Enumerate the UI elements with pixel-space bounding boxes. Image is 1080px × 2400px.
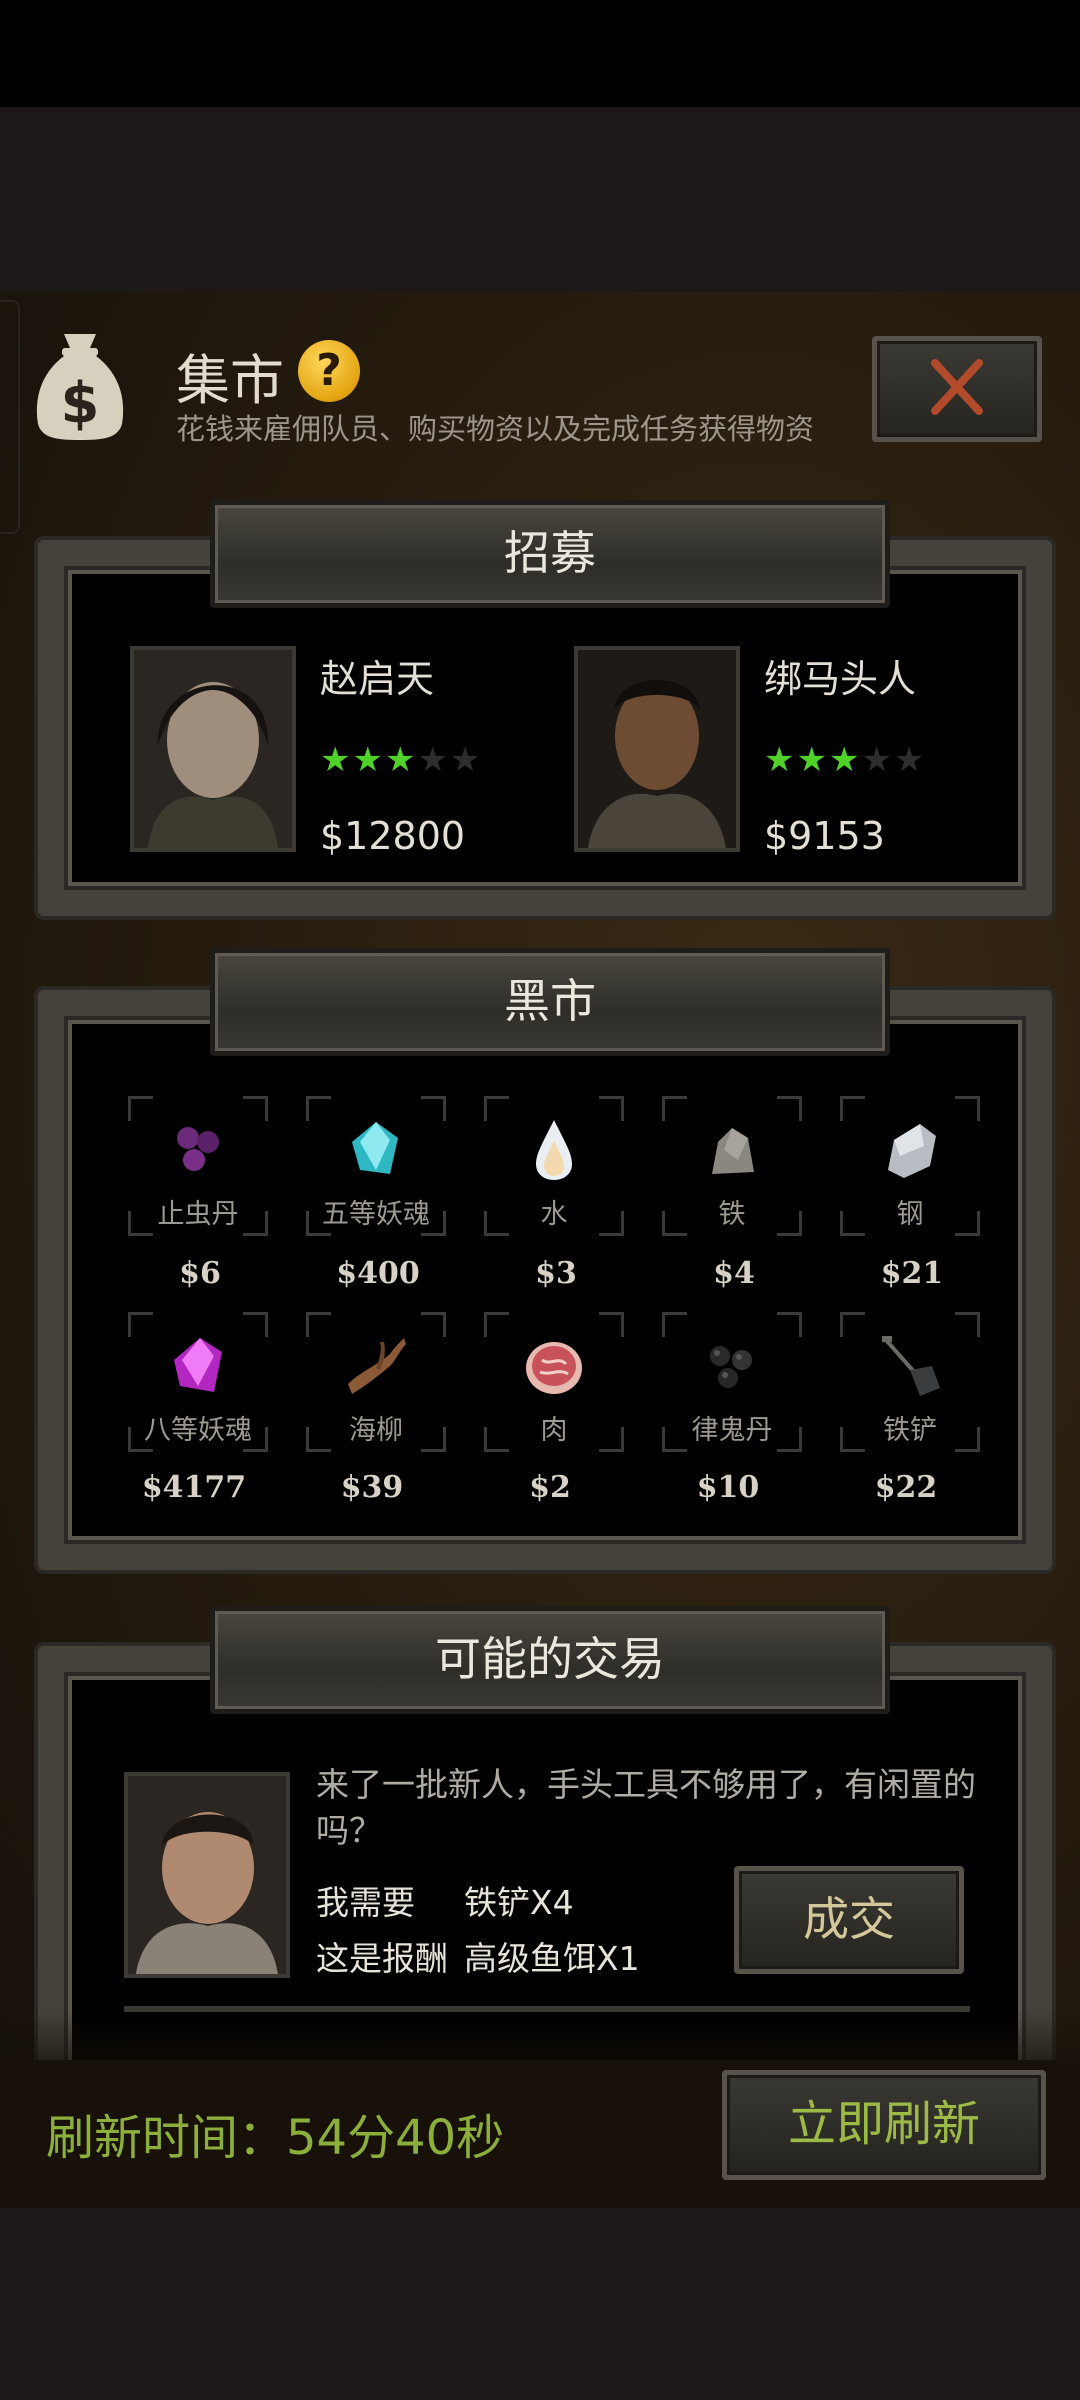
iron-ore-icon (712, 1128, 754, 1174)
item-price: $4 (713, 1256, 755, 1291)
item-price: $22 (874, 1470, 938, 1505)
close-x-icon (931, 359, 983, 415)
candidate-price: $12800 (320, 814, 466, 858)
item-name: 八等妖魂 (144, 1415, 252, 1446)
market-item[interactable]: 肉 (484, 1312, 624, 1452)
refresh-timer: 刷新时间：54分40秒 (46, 2110, 505, 2166)
close-button[interactable] (872, 336, 1042, 442)
refresh-now-button[interactable]: 立即刷新 (722, 2070, 1046, 2180)
item-name: 肉 (540, 1415, 568, 1446)
market-item[interactable]: 海柳 (306, 1312, 446, 1452)
candidate-price: $9153 (764, 814, 885, 858)
candidate-portrait (130, 646, 296, 852)
item-price: $39 (340, 1470, 404, 1505)
recruit-candidate-card[interactable] (130, 646, 296, 852)
item-name: 止虫丹 (157, 1199, 239, 1230)
question-mark-icon[interactable]: ? (298, 340, 360, 402)
reward-value: 高级鱼饵X1 (464, 1939, 640, 1978)
money-bag-icon: $ (36, 334, 124, 440)
market-item[interactable]: 铁铲 (840, 1312, 980, 1452)
item-name: 海柳 (349, 1415, 403, 1446)
driftwood-icon (348, 1338, 406, 1394)
reward-label: 这是报酬 (316, 1939, 448, 1978)
item-name: 五等妖魂 (322, 1199, 430, 1230)
item-name: 律鬼丹 (691, 1415, 773, 1446)
svg-text:$: $ (61, 371, 100, 436)
candidate-name: 绑马头人 (764, 657, 917, 701)
item-name: 铁 (718, 1199, 746, 1230)
trade-title: 可能的交易 (210, 1606, 890, 1714)
cyan-crystal-icon (352, 1122, 398, 1174)
black-pills-icon (710, 1346, 752, 1388)
item-name: 水 (540, 1199, 568, 1230)
market-item[interactable]: 八等妖魂 (128, 1312, 268, 1452)
item-price: $10 (696, 1470, 760, 1505)
black-market-title: 黑市 (210, 948, 890, 1056)
market-item[interactable]: 钢 (840, 1096, 980, 1236)
item-name: 钢 (896, 1199, 924, 1230)
item-price: $2 (529, 1470, 571, 1505)
trader-portrait (124, 1772, 290, 1978)
market-item[interactable]: 律鬼丹 (662, 1312, 802, 1452)
deal-button[interactable]: 成交 (734, 1866, 964, 1974)
market-item[interactable]: 水 (484, 1096, 624, 1236)
page-title: 集市 (176, 349, 284, 412)
navigation-bar (0, 2208, 1080, 2400)
purple-pills-icon (177, 1127, 219, 1171)
pink-crystal-icon (174, 1338, 222, 1392)
market-item[interactable]: 五等妖魂 (306, 1096, 446, 1236)
item-price: $6 (179, 1256, 221, 1291)
need-label: 我需要 (316, 1883, 415, 1922)
recruit-title: 招募 (210, 500, 890, 608)
candidate-name: 赵启天 (320, 657, 435, 701)
candidate-stars: ★★★★★ (320, 740, 483, 780)
recruit-candidate-card[interactable] (574, 646, 740, 852)
water-drop-icon (536, 1120, 572, 1180)
side-edge-decoration (0, 300, 20, 534)
steel-ore-icon (888, 1124, 936, 1178)
item-price: $4177 (141, 1470, 247, 1505)
candidate-portrait (574, 646, 740, 852)
need-value: 铁铲X4 (464, 1883, 574, 1922)
shovel-icon (882, 1336, 940, 1396)
market-item[interactable]: 止虫丹 (128, 1096, 268, 1236)
status-bar (0, 0, 1080, 107)
item-name: 铁铲 (883, 1415, 937, 1446)
meat-icon (526, 1342, 582, 1394)
page-subtitle: 花钱来雇佣队员、购买物资以及完成任务获得物资 (176, 412, 815, 446)
market-item[interactable]: 铁 (662, 1096, 802, 1236)
trade-message: 来了一批新人，手头工具不够用了，有闲置的吗？ (316, 1765, 976, 1850)
item-price: $3 (535, 1256, 577, 1291)
item-price: $21 (880, 1256, 944, 1291)
item-price: $400 (336, 1256, 420, 1291)
candidate-stars: ★★★★★ (764, 740, 927, 780)
